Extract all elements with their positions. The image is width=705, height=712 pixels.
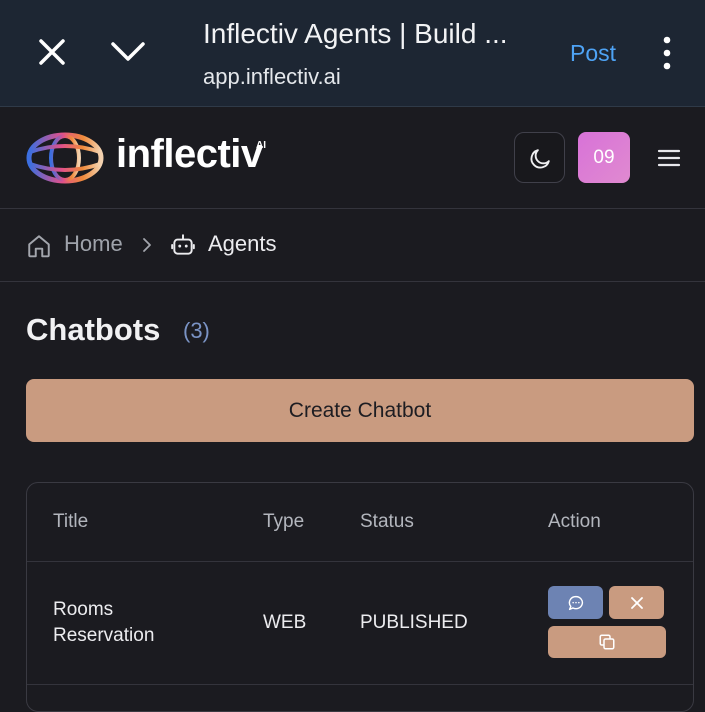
row-status: PUBLISHED [360, 612, 468, 633]
home-icon[interactable] [26, 233, 52, 259]
logo-suffix: AI [256, 140, 266, 151]
message-circle-icon [568, 595, 583, 610]
user-avatar[interactable]: 09 [578, 132, 630, 183]
copy-icon [599, 634, 615, 650]
hamburger-menu-icon[interactable] [657, 148, 681, 168]
page-title: Inflectiv Agents | Build ... [203, 18, 508, 49]
chatbots-table: Title Type Status Action Rooms Reservati… [26, 482, 694, 712]
divider [27, 561, 693, 562]
breadcrumb-home-link[interactable]: Home [64, 231, 123, 257]
close-icon [630, 596, 643, 609]
breadcrumb-current: Agents [208, 231, 277, 256]
chat-action-button[interactable] [548, 586, 603, 619]
app-header: inflectiv AI 09 [0, 108, 705, 209]
more-options-icon[interactable] [658, 36, 676, 70]
row-type: WEB [263, 612, 307, 633]
column-header-status: Status [360, 511, 414, 532]
bot-icon [171, 234, 195, 255]
column-header-type: Type [263, 511, 305, 532]
breadcrumb: Home Agents [0, 210, 705, 282]
post-button[interactable]: Post [570, 40, 616, 67]
divider [27, 684, 693, 685]
duplicate-action-button[interactable] [548, 626, 666, 658]
browser-toolbar: Inflectiv Agents | Build ... app.inflect… [0, 0, 705, 107]
theme-toggle-button[interactable] [514, 132, 565, 183]
page-url: app.inflectiv.ai [203, 64, 341, 89]
row-title: Rooms Reservation [53, 599, 155, 646]
chevron-down-icon[interactable] [108, 36, 148, 66]
chevron-right-icon [143, 238, 151, 252]
close-icon[interactable] [34, 34, 70, 70]
inflectiv-logo-icon[interactable] [25, 132, 105, 184]
page-heading: Chatbots [26, 312, 161, 347]
moon-icon [530, 149, 550, 169]
delete-action-button[interactable] [609, 586, 664, 619]
create-chatbot-button[interactable]: Create Chatbot [26, 379, 694, 442]
logo-wordmark: inflectiv [116, 132, 263, 176]
column-header-action: Action [548, 511, 601, 532]
chatbot-count: (3) [183, 318, 210, 343]
column-header-title: Title [53, 511, 89, 532]
